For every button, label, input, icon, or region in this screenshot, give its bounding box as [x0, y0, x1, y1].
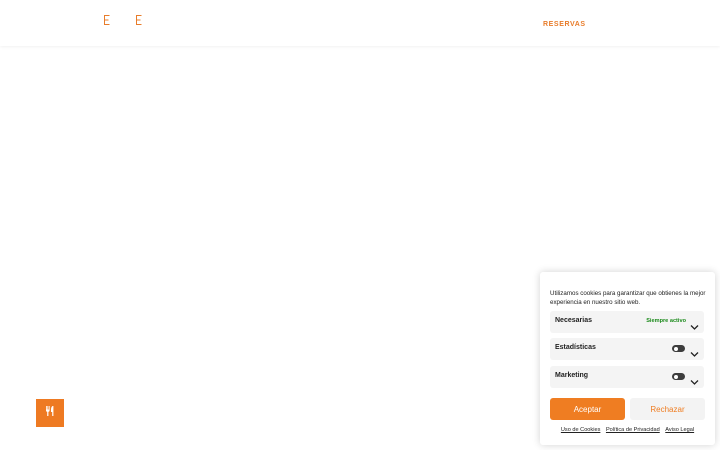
site-header: RESERVAS [0, 0, 720, 46]
chevron-down-icon[interactable] [690, 373, 699, 385]
logo-glyph-left-icon[interactable] [104, 15, 110, 25]
category-label: Necesarias [555, 317, 592, 324]
toggle-knob [673, 346, 678, 351]
cookie-category-estadisticas[interactable]: Estadísticas [550, 338, 704, 360]
toggle-knob [673, 374, 678, 379]
category-label: Marketing [555, 372, 589, 379]
menu-fab-button[interactable] [36, 399, 64, 427]
privacy-policy-link[interactable]: Política de Privacidad [606, 427, 660, 433]
marketing-toggle[interactable] [672, 373, 685, 380]
reservas-link[interactable]: RESERVAS [543, 21, 586, 28]
chevron-down-icon[interactable] [690, 345, 699, 357]
statistics-toggle[interactable] [672, 345, 685, 352]
accept-button[interactable]: Aceptar [550, 398, 625, 420]
cookie-category-marketing[interactable]: Marketing [550, 366, 704, 388]
category-label: Estadísticas [555, 344, 596, 351]
legal-notice-link[interactable]: Aviso Legal [665, 427, 694, 433]
policy-links: Uso de Cookies Política de Privacidad Av… [540, 427, 715, 433]
cookie-category-necesarias[interactable]: Necesarias Siempre activo [550, 311, 704, 333]
logo-glyph-right-icon[interactable] [136, 15, 142, 25]
chevron-down-icon[interactable] [690, 318, 699, 330]
reject-button[interactable]: Rechazar [630, 398, 705, 420]
cookie-policy-link[interactable]: Uso de Cookies [561, 427, 601, 433]
cookie-message: Utilizamos cookies para garantizar que o… [550, 290, 706, 306]
utensils-icon [44, 404, 56, 422]
always-active-badge: Siempre activo [646, 318, 686, 324]
cookie-consent-panel: Utilizamos cookies para garantizar que o… [540, 272, 715, 445]
